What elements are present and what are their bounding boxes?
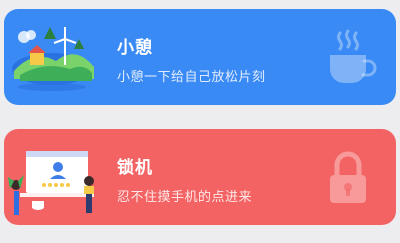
lock-phone-card[interactable]: 锁机 忍不住摸手机的点进来 bbox=[4, 129, 396, 225]
padlock-icon bbox=[330, 151, 366, 203]
card-title: 锁机 bbox=[117, 158, 153, 178]
coffee-cup-icon bbox=[330, 29, 377, 83]
person-computer-illustration bbox=[8, 151, 94, 215]
landscape-windmill-illustration bbox=[12, 27, 94, 91]
card-subtitle: 忍不住摸手机的点进来 bbox=[117, 190, 253, 205]
card-subtitle: 小憩一下给自己放松片刻 bbox=[117, 70, 266, 85]
card-title: 小憩 bbox=[117, 38, 153, 58]
rest-mode-card[interactable]: 小憩 小憩一下给自己放松片刻 bbox=[4, 9, 396, 105]
